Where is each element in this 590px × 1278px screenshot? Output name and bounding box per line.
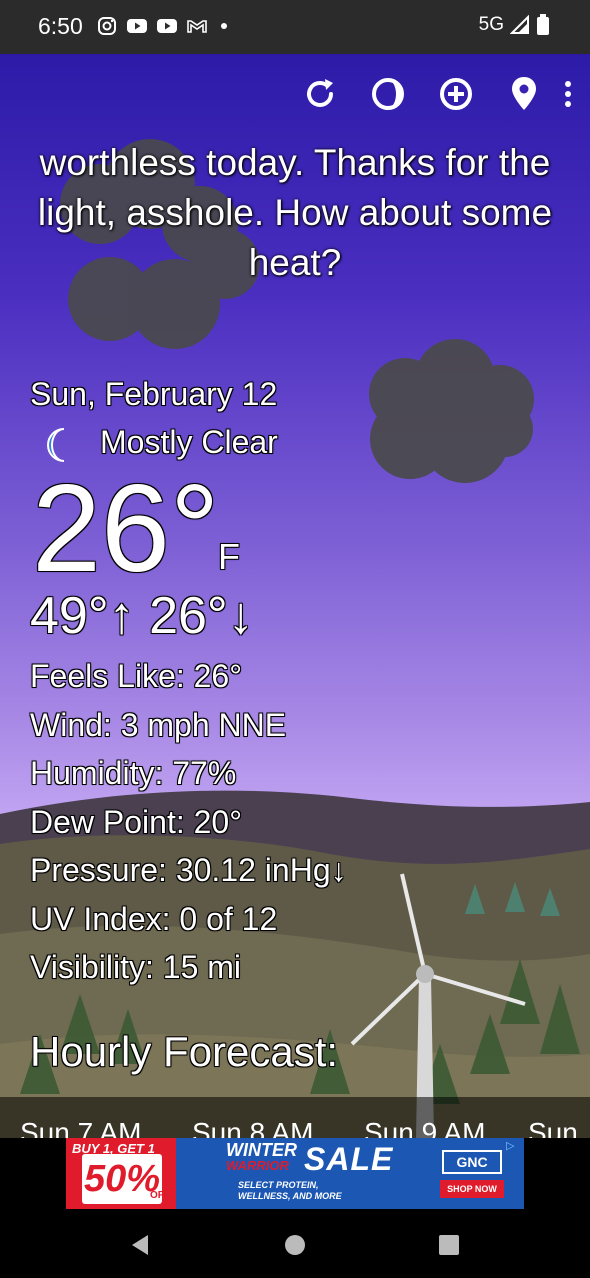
ad-off-text: OFF: [150, 1190, 170, 1201]
notification-icons: [96, 16, 238, 36]
instagram-icon: [98, 17, 116, 35]
dot-icon: [221, 23, 227, 29]
current-condition: Mostly Clear: [100, 424, 278, 460]
signal-icon: [510, 15, 529, 34]
toolbar: [230, 72, 590, 116]
moon-phase-button[interactable]: [366, 72, 410, 116]
ad-shop-now-button[interactable]: SHOP NOW: [440, 1180, 504, 1198]
status-time: 6:50: [38, 13, 83, 39]
hourly-forecast-title: Hourly Forecast:: [30, 1028, 339, 1075]
ad-subtext-line: WELLNESS, AND MORE: [238, 1191, 342, 1201]
weather-details: Feels Like: 26° Wind: 3 mph NNE Humidity…: [30, 658, 347, 998]
location-pin-icon: [512, 77, 536, 110]
add-location-button[interactable]: [434, 72, 478, 116]
hourly-item[interactable]: Sun: [528, 1117, 578, 1138]
weather-app: worthless today. Thanks for the light, a…: [0, 54, 590, 1138]
hourly-forecast-strip[interactable]: Sun 7 AM Sun 8 AM Sun 9 AM Sun: [0, 1097, 590, 1138]
ad-warrior-text: WARRIOR: [226, 1158, 289, 1173]
pressure-row: Pressure: 30.12 inHg↓: [30, 852, 347, 888]
battery-icon: [537, 14, 549, 35]
refresh-icon: [307, 79, 333, 107]
hourly-item[interactable]: Sun 7 AM: [20, 1117, 141, 1138]
ad-banner[interactable]: BUY 1, GET 1 50% OFF WINTER WARRIOR SALE…: [66, 1138, 524, 1209]
weather-quote: worthless today. Thanks for the light, a…: [37, 142, 553, 283]
feels-like-row: Feels Like: 26°: [30, 658, 243, 694]
moon-phase-icon: [372, 78, 404, 110]
youtube-icon: [127, 19, 147, 33]
ad-offer: BUY 1, GET 1 50% OFF: [66, 1138, 176, 1209]
recents-icon[interactable]: [434, 1230, 464, 1260]
gmail-icon: [187, 20, 207, 33]
status-right: 5G: [479, 14, 550, 36]
current-temperature: 26°: [32, 460, 220, 598]
ad-subtext: SELECT PROTEIN, WELLNESS, AND MORE: [238, 1180, 368, 1202]
visibility-row: Visibility: 15 mi: [30, 949, 242, 985]
more-options-button[interactable]: [546, 72, 590, 116]
hourly-item[interactable]: Sun 8 AM: [192, 1117, 313, 1138]
ad-headline: WINTER WARRIOR SALE SELECT PROTEIN, WELL…: [226, 1140, 392, 1201]
hourly-item[interactable]: Sun 9 AM: [364, 1117, 485, 1138]
temperature-unit: F: [218, 536, 240, 577]
humidity-row: Humidity: 77%: [30, 755, 237, 791]
network-label: 5G: [478, 14, 504, 35]
location-button[interactable]: [502, 72, 546, 116]
uv-index-row: UV Index: 0 of 12: [30, 900, 278, 937]
cloud-right: [369, 339, 534, 483]
add-location-icon: [440, 78, 472, 110]
refresh-button[interactable]: [298, 72, 342, 116]
high-low-temperature: 49°↑ 26°↓: [30, 587, 254, 645]
more-options-icon: [565, 81, 571, 107]
ad-choices-icon[interactable]: ▷: [506, 1140, 520, 1154]
moon-icon: [47, 428, 65, 462]
ad-sale-text: SALE: [304, 1141, 394, 1177]
ad-brand-logo: GNC: [442, 1150, 502, 1174]
back-icon[interactable]: [126, 1230, 156, 1260]
status-bar: 6:50 5G: [0, 0, 590, 54]
youtube-icon: [157, 19, 177, 33]
wind-row: Wind: 3 mph NNE: [30, 706, 287, 743]
ad-subtext-line: SELECT PROTEIN,: [238, 1180, 319, 1190]
navigation-bar: [0, 1210, 590, 1278]
home-icon[interactable]: [280, 1230, 310, 1260]
dew-point-row: Dew Point: 20°: [30, 803, 243, 840]
current-date: Sun, February 12: [30, 376, 278, 412]
